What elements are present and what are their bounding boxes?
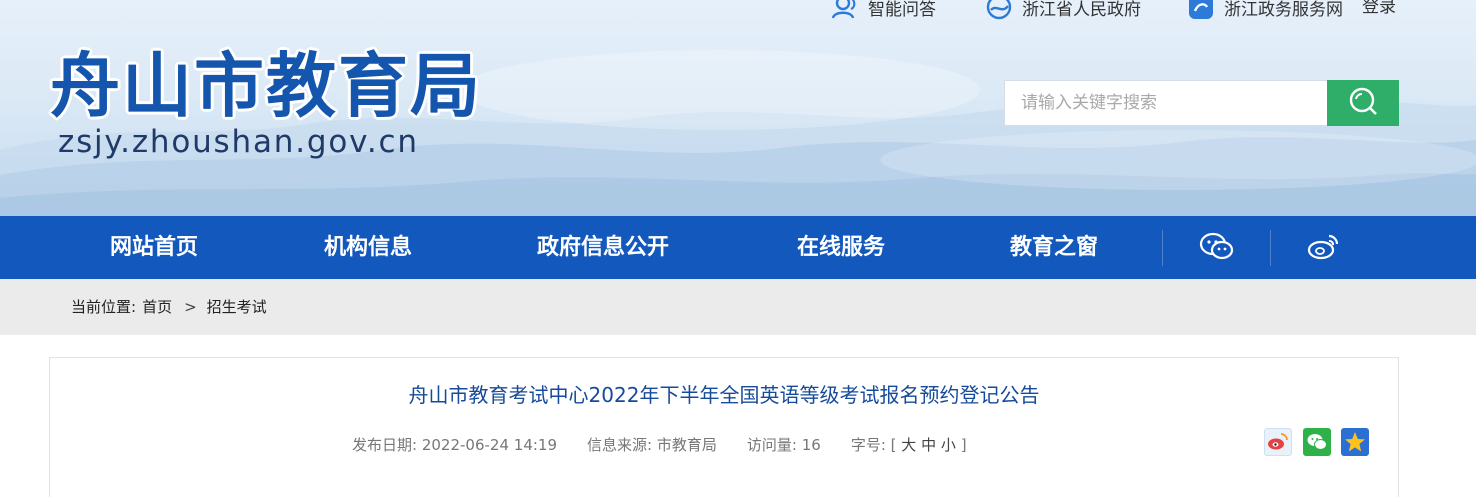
article-meta: 发布日期: 2022-06-24 14:19 信息来源: 市教育局 访问量: 1… (352, 433, 967, 457)
bracket-close: ] (960, 436, 967, 454)
nav-item-education-window[interactable]: 教育之窗 (1010, 216, 1098, 279)
publish-date: 发布日期: 2022-06-24 14:19 (352, 433, 557, 457)
nav-divider (1270, 230, 1271, 266)
top-links: 智能问答 浙江省人民政府 浙江政务服务网 登录 (0, 0, 1476, 22)
info-source-value: 市教育局 (656, 436, 717, 454)
login-link[interactable]: 登录 (1362, 0, 1396, 22)
toplink-label: 浙江政务服务网 (1224, 0, 1343, 20)
info-source: 信息来源: 市教育局 (587, 433, 717, 457)
toplink-zj-gov[interactable]: 浙江省人民政府 (986, 0, 1141, 22)
zj-gov-icon (986, 0, 1012, 20)
weibo-icon[interactable] (1304, 230, 1344, 264)
nav-item-gov-info[interactable]: 政府信息公开 (537, 216, 669, 279)
publish-date-label: 发布日期: (352, 436, 418, 454)
font-size-selector: 字号: [ 大 中 小 ] (851, 433, 967, 457)
breadcrumb-bar: 当前位置: 首页 > 招生考试 (0, 279, 1476, 335)
publish-date-value: 2022-06-24 14:19 (421, 436, 558, 454)
breadcrumb-current[interactable]: 招生考试 (207, 279, 267, 335)
font-size-large[interactable]: 大 (901, 436, 916, 454)
site-header: 智能问答 浙江省人民政府 浙江政务服务网 登录 舟山市教育局 zsjy.zhou… (0, 0, 1476, 216)
article-panel: 舟山市教育考试中心2022年下半年全国英语等级考试报名预约登记公告 发布日期: … (49, 357, 1399, 497)
weibo-share-icon[interactable] (1264, 428, 1292, 456)
nav-item-home[interactable]: 网站首页 (110, 216, 198, 279)
breadcrumb-prefix: 当前位置: (71, 298, 137, 316)
toplink-qa[interactable]: 智能问答 (832, 0, 936, 22)
search-button[interactable] (1327, 80, 1399, 126)
breadcrumb-separator: > (184, 298, 197, 316)
breadcrumb: 当前位置: 首页 > 招生考试 (71, 279, 267, 335)
font-size-small[interactable]: 小 (941, 436, 956, 454)
toplink-label: 浙江省人民政府 (1022, 0, 1141, 20)
search-input[interactable] (1004, 80, 1327, 126)
font-size-medium[interactable]: 中 (921, 436, 936, 454)
zj-service-icon (1188, 0, 1214, 20)
search-box (1004, 80, 1399, 126)
wechat-icon[interactable] (1197, 230, 1237, 264)
article-title: 舟山市教育考试中心2022年下半年全国英语等级考试报名预约登记公告 (408, 383, 1040, 407)
bracket-open: [ (890, 436, 897, 454)
main-nav: 网站首页 机构信息 政府信息公开 在线服务 教育之窗 (0, 216, 1476, 279)
view-count-label: 访问量: (746, 436, 797, 454)
search-icon (1348, 86, 1378, 120)
font-size-label: 字号: (850, 436, 886, 454)
wechat-share-icon[interactable] (1303, 428, 1331, 456)
view-count-value: 16 (801, 436, 821, 454)
breadcrumb-home[interactable]: 首页 (142, 279, 172, 335)
nav-item-online-service[interactable]: 在线服务 (797, 216, 885, 279)
toplink-zj-service[interactable]: 浙江政务服务网 (1188, 0, 1343, 22)
nav-item-org-info[interactable]: 机构信息 (324, 216, 412, 279)
nav-divider (1162, 230, 1163, 266)
people-icon (832, 0, 858, 20)
logo-title[interactable]: 舟山市教育局 (50, 44, 482, 128)
info-source-label: 信息来源: (587, 436, 653, 454)
toplink-label: 智能问答 (868, 0, 936, 20)
qzone-share-icon[interactable] (1341, 428, 1369, 456)
logo-domain: zsjy.zhoushan.gov.cn (58, 124, 419, 160)
view-count: 访问量: 16 (747, 433, 821, 457)
